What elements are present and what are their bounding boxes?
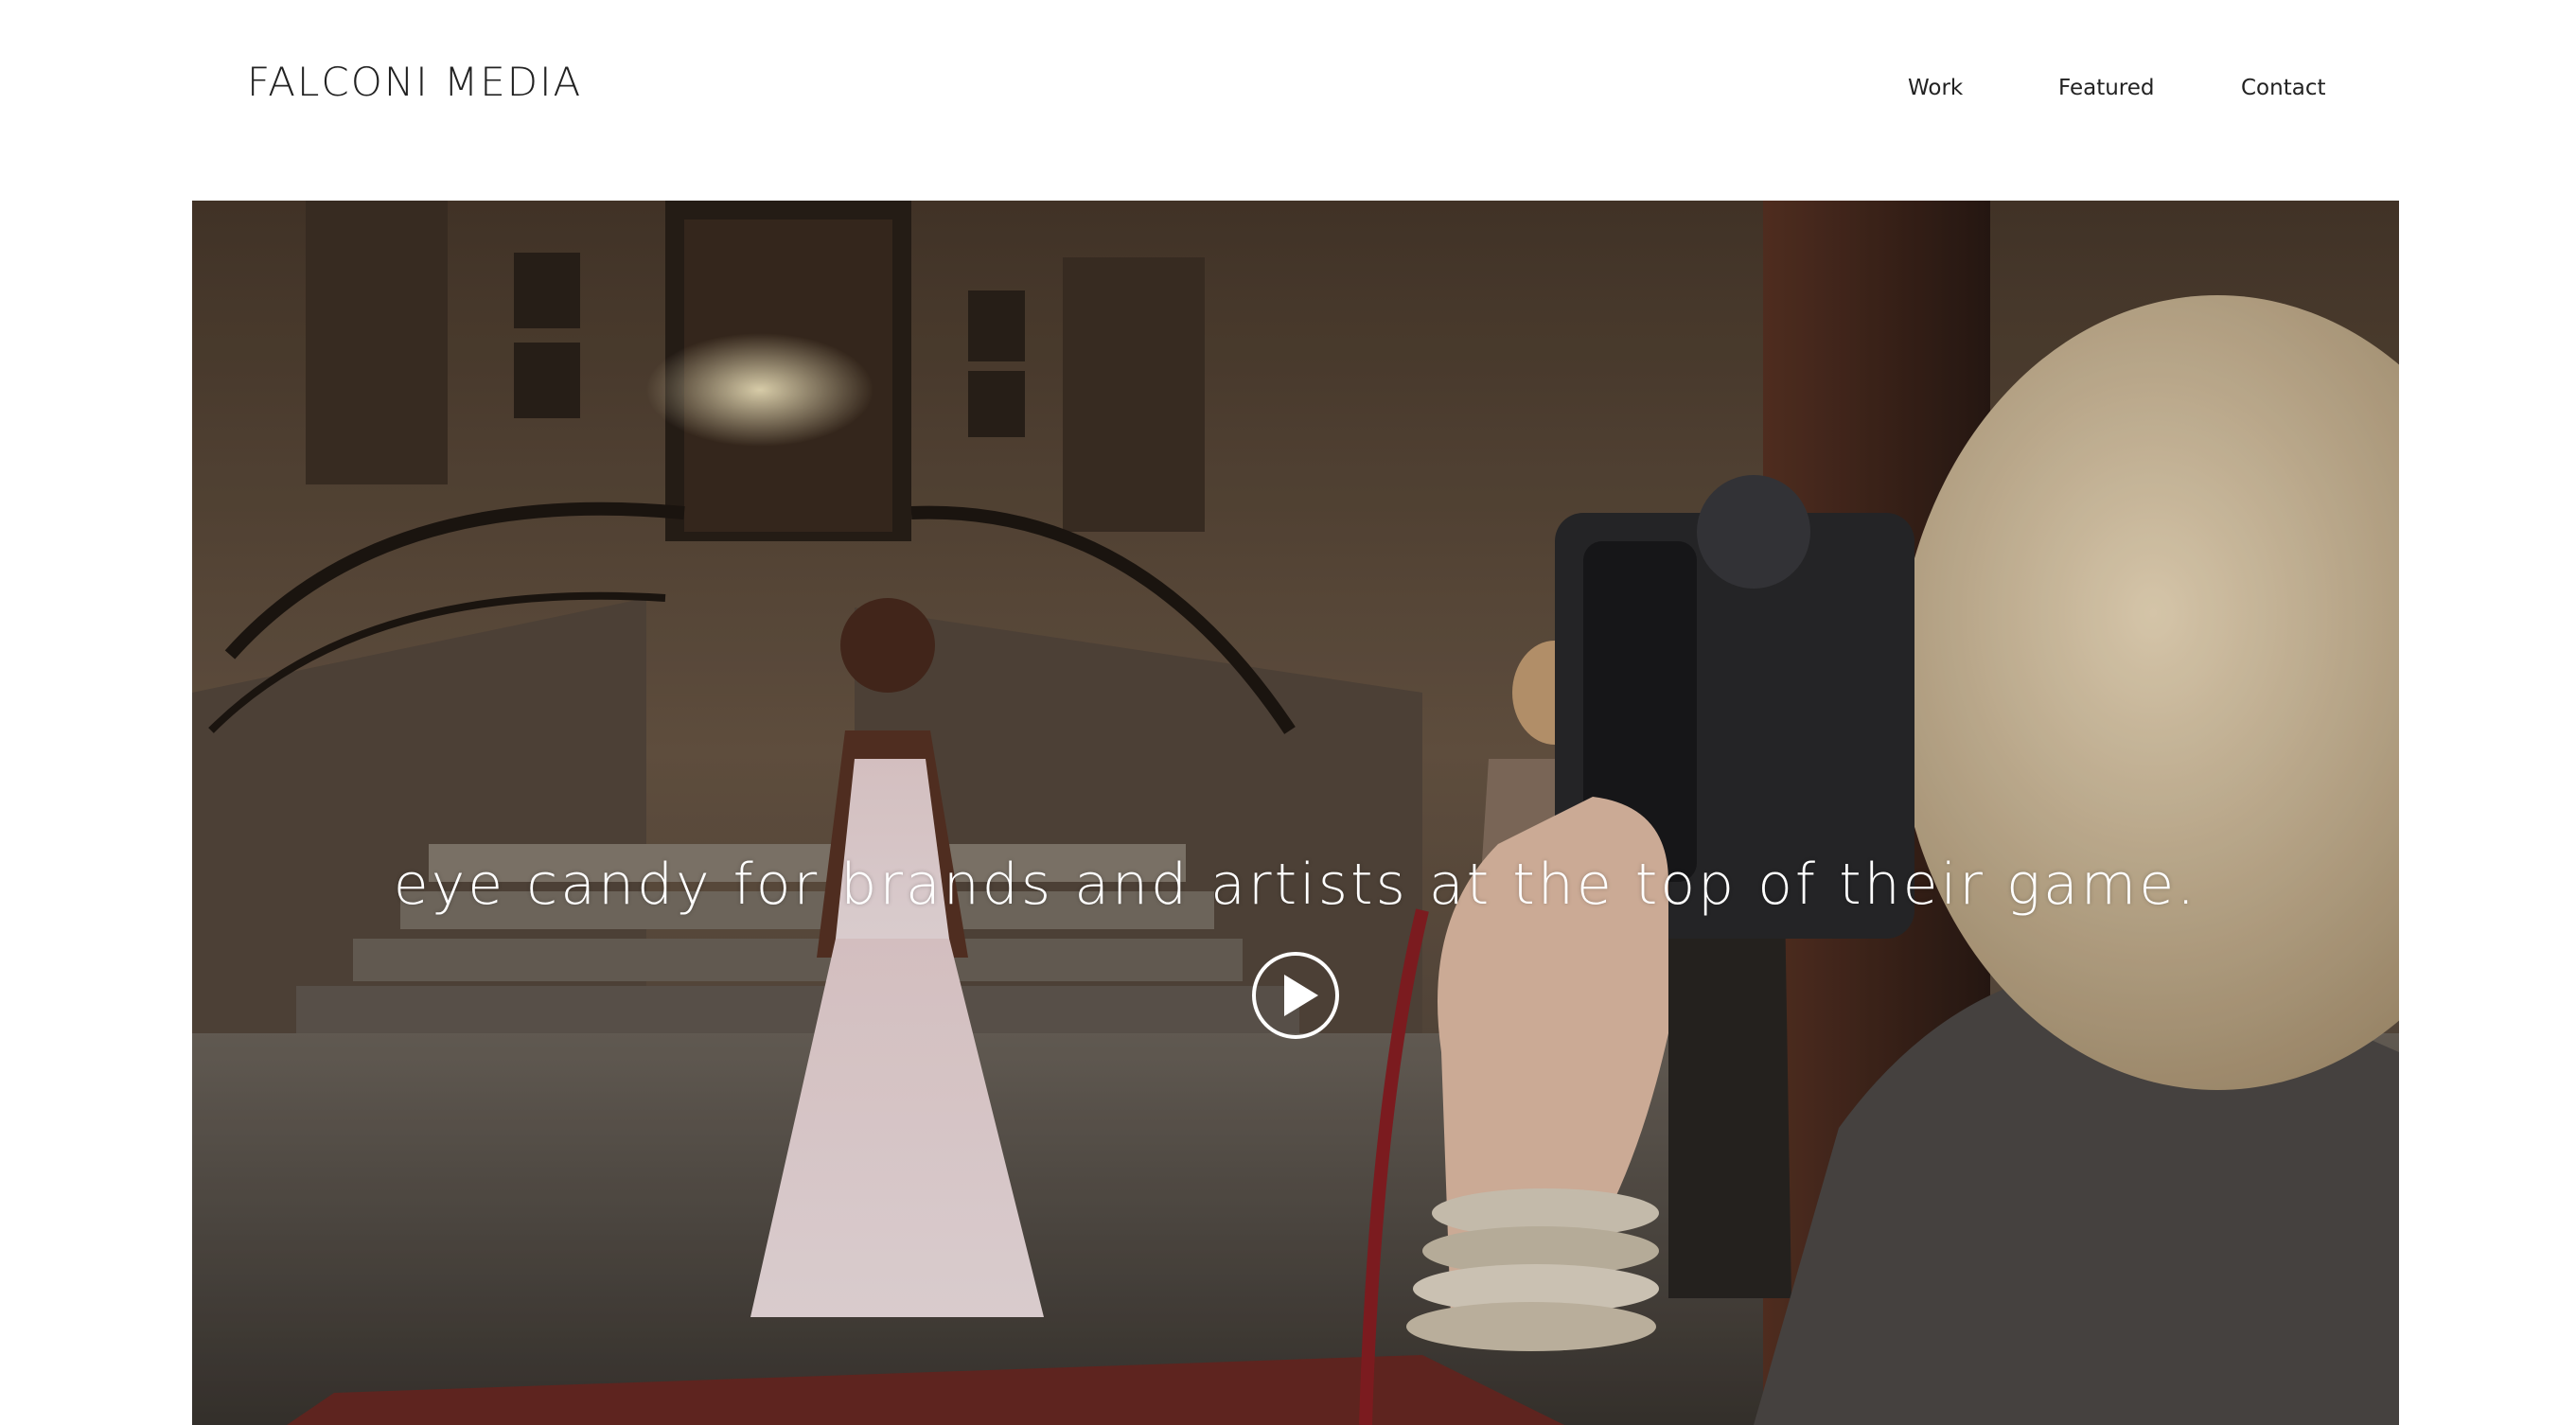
site-header: FALCONI MEDIA Work Featured Contact: [0, 0, 2576, 201]
nav-contact-link[interactable]: Contact: [2241, 76, 2325, 100]
hero-video[interactable]: eye candy for brands and artists at the …: [192, 201, 2399, 1425]
play-circle-icon[interactable]: [1250, 950, 1341, 1041]
nav-featured-link[interactable]: Featured: [2058, 76, 2155, 100]
hero-background-image: [192, 201, 2399, 1425]
nav-work-link[interactable]: Work: [1908, 76, 1963, 100]
hero-tagline: eye candy for brands and artists at the …: [393, 852, 2198, 918]
main-nav: Work Featured Contact: [0, 76, 2576, 114]
